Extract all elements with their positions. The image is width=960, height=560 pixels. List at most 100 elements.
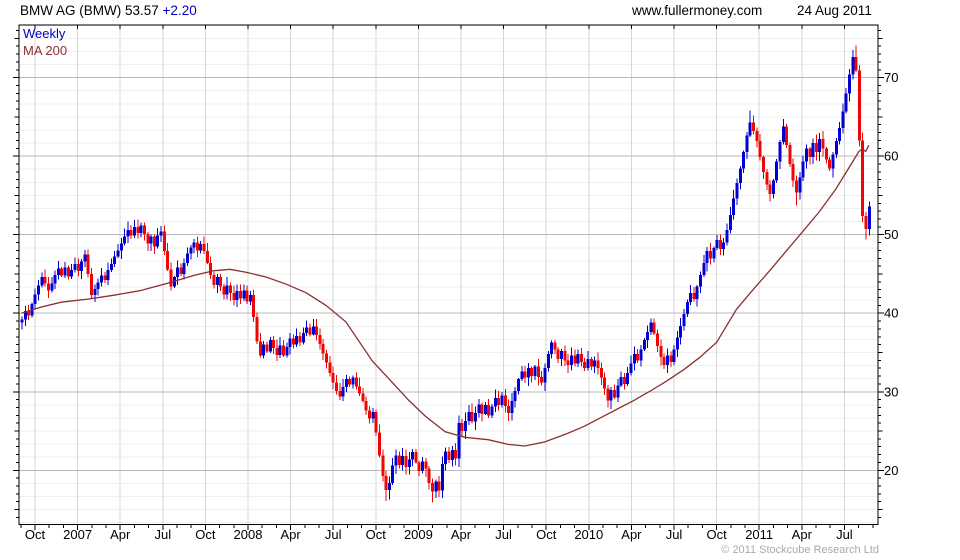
candle — [40, 272, 44, 288]
candle — [659, 339, 663, 366]
candle — [738, 166, 742, 190]
candle — [477, 398, 481, 418]
candle — [152, 234, 156, 254]
candle — [556, 346, 560, 363]
candle — [199, 241, 203, 254]
candle — [639, 345, 643, 367]
candle — [523, 366, 527, 384]
candle — [434, 479, 438, 498]
candle — [679, 317, 683, 345]
candle — [553, 340, 557, 354]
candle — [212, 272, 216, 289]
candle — [732, 190, 736, 220]
candle — [258, 332, 262, 358]
candle — [649, 318, 653, 335]
candle — [536, 358, 540, 386]
candle — [838, 122, 842, 145]
candle — [66, 265, 70, 280]
candle — [636, 349, 640, 364]
candle — [424, 457, 428, 478]
candle — [361, 388, 365, 403]
candle — [675, 331, 679, 357]
price-chart: 20 30 40 50 60 70 Oct 2007 Apr Jul Oct 2008 Apr Jul Oc… — [13, 24, 898, 542]
candle — [189, 244, 193, 260]
candle — [407, 452, 411, 475]
candle — [589, 356, 593, 371]
candle — [318, 328, 322, 350]
candle — [219, 273, 223, 292]
candle — [192, 239, 196, 253]
x-axis-label: Jul — [666, 527, 683, 542]
candle — [358, 377, 362, 397]
candle — [437, 475, 441, 498]
candle — [464, 412, 468, 439]
candle — [291, 334, 295, 349]
candle — [331, 366, 335, 390]
candle — [401, 448, 405, 471]
candle — [775, 159, 779, 184]
candle — [689, 285, 693, 306]
candle — [53, 270, 57, 290]
candle — [656, 329, 660, 352]
candle — [56, 261, 60, 280]
x-axis-label: Jul — [836, 527, 853, 542]
candle — [225, 277, 229, 300]
candle — [708, 242, 712, 265]
candle — [252, 289, 256, 323]
candle — [354, 372, 358, 390]
candle — [50, 277, 54, 293]
candle — [821, 130, 825, 157]
x-axis-label: Oct — [25, 527, 46, 542]
candle — [718, 234, 722, 255]
y-axis-label: 30 — [884, 384, 898, 399]
candle — [579, 347, 583, 367]
candle — [123, 228, 127, 246]
candle — [699, 271, 703, 294]
candle — [467, 404, 471, 426]
candle — [546, 351, 550, 372]
candle — [457, 415, 461, 468]
candle — [341, 378, 345, 402]
x-axis-label: Oct — [366, 527, 387, 542]
candle — [381, 449, 385, 482]
candle — [288, 332, 292, 355]
candle — [374, 409, 378, 437]
candle — [510, 392, 514, 421]
candle — [844, 88, 848, 114]
candle — [473, 406, 477, 430]
x-axis-label: Oct — [195, 527, 216, 542]
candle — [795, 175, 799, 206]
candle — [215, 273, 219, 294]
candle — [550, 340, 554, 359]
candle — [503, 388, 507, 413]
candle — [311, 318, 315, 336]
candle — [371, 408, 375, 423]
candle — [530, 366, 534, 383]
candle — [63, 261, 67, 279]
candle — [652, 318, 656, 335]
candle — [450, 445, 454, 467]
candle — [500, 392, 504, 408]
candle — [222, 284, 226, 300]
candle — [682, 309, 686, 331]
legend-ma200: MA 200 — [23, 43, 68, 58]
candle — [818, 133, 822, 161]
x-axis-label: Apr — [621, 527, 642, 542]
candle — [722, 238, 726, 256]
candle — [804, 144, 808, 169]
candle — [275, 339, 279, 362]
candle — [186, 247, 189, 267]
candle — [781, 119, 785, 145]
candle — [632, 346, 636, 371]
y-axis-label: 70 — [884, 70, 898, 85]
candle — [46, 277, 50, 298]
candle — [113, 251, 117, 267]
candle — [298, 331, 302, 346]
candle — [142, 222, 146, 241]
candle — [715, 234, 719, 251]
candle — [368, 405, 372, 424]
candle — [619, 371, 623, 388]
candle — [493, 389, 497, 412]
candle — [169, 262, 173, 291]
candle — [728, 206, 732, 234]
